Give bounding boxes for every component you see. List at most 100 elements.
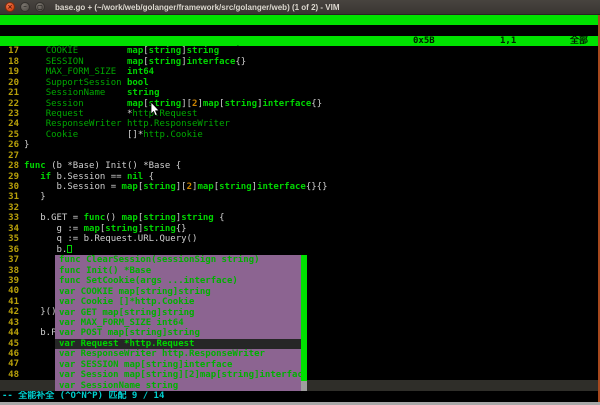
code-token: {} — [176, 224, 187, 234]
line-number: 43 — [0, 318, 19, 328]
vim-tabline: 2+ base.go — [0, 15, 598, 25]
code-line[interactable]: 29 if b.Session == nil { — [0, 172, 598, 182]
code-token: http.ResponseWriter — [127, 119, 230, 129]
code-token: (b *Base) Init() *Base { — [46, 161, 181, 171]
code-token: string — [105, 224, 138, 234]
line-number: 48 — [0, 370, 19, 380]
code-token: { — [143, 172, 154, 182]
code-token: } — [24, 192, 46, 202]
code-token: map — [127, 57, 143, 67]
completion-item[interactable]: var POST map[string]string — [55, 328, 307, 338]
code-token: nil — [127, 172, 143, 182]
insert-cursor — [67, 245, 72, 253]
completion-item[interactable]: var SESSION map[string]interface — [55, 360, 307, 370]
code-line[interactable]: 35 q := b.Request.URL.Query() — [0, 234, 598, 244]
line-number: 34 — [0, 224, 19, 234]
code-token: string — [143, 224, 176, 234]
code-token: q := b.Request.URL.Query() — [24, 234, 197, 244]
code-token: bool — [127, 78, 149, 88]
line-number: 33 — [0, 213, 19, 223]
code-line[interactable]: 32 — [0, 203, 598, 213]
completion-item[interactable]: var MAX_FORM_SIZE int64 — [55, 318, 307, 328]
code-line[interactable]: 22 Session map[string][2]map[string]inte… — [0, 99, 598, 109]
code-token: string — [187, 46, 220, 56]
code-token: map — [127, 99, 143, 109]
code-token: []* — [127, 130, 143, 140]
code-line[interactable]: 21 SessionName string — [0, 88, 598, 98]
popup-scrollbar[interactable] — [301, 255, 307, 391]
code-line[interactable]: 18 SESSION map[string]interface{} — [0, 57, 598, 67]
completion-item[interactable]: var SessionName string — [55, 381, 307, 391]
completion-item[interactable]: var Session map[string][2]map[string]int… — [55, 370, 307, 380]
minibufexplorer-statusline: 3 -MiniBufExplorer- [-][none,utf-8,unix]… — [0, 36, 598, 46]
code-token: string — [143, 213, 176, 223]
code-line[interactable]: 23 Request *http.Request — [0, 109, 598, 119]
code-token: b.Session == — [51, 172, 127, 182]
code-token: SessionName — [46, 88, 106, 98]
line-number: 30 — [0, 182, 19, 192]
code-line[interactable]: 19 MAX_FORM_SIZE int64 — [0, 67, 598, 77]
code-token: map — [84, 224, 100, 234]
code-line[interactable]: 28func (b *Base) Init() *Base { — [0, 161, 598, 171]
code-token — [24, 172, 40, 182]
completion-item[interactable]: var COOKIE map[string]string — [55, 287, 307, 297]
completion-item[interactable]: func SetCookie(args ...interface) — [55, 276, 307, 286]
line-number: 46 — [0, 349, 19, 359]
completion-item[interactable]: var GET map[string]string — [55, 308, 307, 318]
code-token: string — [143, 182, 176, 192]
code-token — [84, 109, 127, 119]
completion-item[interactable]: var Cookie []*http.Cookie — [55, 297, 307, 307]
line-number: 38 — [0, 266, 19, 276]
code-token: string — [149, 46, 182, 56]
code-token: ResponseWriter — [46, 119, 122, 129]
code-token: Cookie — [46, 130, 79, 140]
line-number: 25 — [0, 130, 19, 140]
line-number: 42 — [0, 307, 19, 317]
code-line[interactable]: 31 } — [0, 192, 598, 202]
code-token: Session — [46, 99, 84, 109]
code-line[interactable]: 27 — [0, 151, 598, 161]
code-line[interactable]: 26} — [0, 140, 598, 150]
completion-item[interactable]: func ClearSession(sessionSign string) — [55, 255, 307, 265]
code-line[interactable]: 24 ResponseWriter http.ResponseWriter — [0, 119, 598, 129]
code-token: func — [84, 213, 106, 223]
code-line[interactable]: 34 g := map[string]string{} — [0, 224, 598, 234]
completion-item[interactable]: func Init() *Base — [55, 266, 307, 276]
code-line[interactable]: 30 b.Session = map[string][2]map[string]… — [0, 182, 598, 192]
code-token — [24, 88, 46, 98]
code-line[interactable]: 20 SupportSession bool — [0, 78, 598, 88]
code-token: Request — [46, 109, 84, 119]
code-token: } — [24, 140, 29, 150]
maximize-button[interactable]: ▢ — [35, 2, 45, 12]
code-token — [24, 67, 46, 77]
code-token: http.Cookie — [143, 130, 203, 140]
line-number: 37 — [0, 255, 19, 265]
code-token: if — [40, 172, 51, 182]
code-token: string — [219, 182, 252, 192]
code-token: () — [105, 213, 121, 223]
code-token — [105, 88, 127, 98]
code-token: map — [122, 213, 138, 223]
code-token: map — [203, 99, 219, 109]
code-line[interactable]: 25 Cookie []*http.Cookie — [0, 130, 598, 140]
code-token: ][ — [176, 182, 187, 192]
code-line[interactable]: 33 b.GET = func() map[string]string { — [0, 213, 598, 223]
code-token — [24, 99, 46, 109]
code-token: g := — [24, 224, 84, 234]
code-token — [78, 130, 127, 140]
code-token: interface — [263, 99, 312, 109]
mouse-cursor-icon — [150, 102, 161, 117]
popup-scrollbar-thumb[interactable] — [301, 255, 307, 381]
completion-item[interactable]: var ResponseWriter http.ResponseWriter — [55, 349, 307, 359]
code-token: http.Request — [132, 109, 197, 119]
code-line[interactable]: 17 COOKIE map[string]string — [0, 46, 598, 56]
code-token: b.GET = — [24, 213, 84, 223]
close-button[interactable]: ✕ — [5, 2, 15, 12]
completion-item[interactable]: var Request *http.Request — [55, 339, 307, 349]
code-line[interactable]: 36 b. — [0, 245, 598, 255]
code-token: map — [127, 46, 143, 56]
line-number: 22 — [0, 99, 19, 109]
minimize-button[interactable]: – — [20, 2, 30, 12]
code-token — [24, 119, 46, 129]
code-token — [24, 109, 46, 119]
